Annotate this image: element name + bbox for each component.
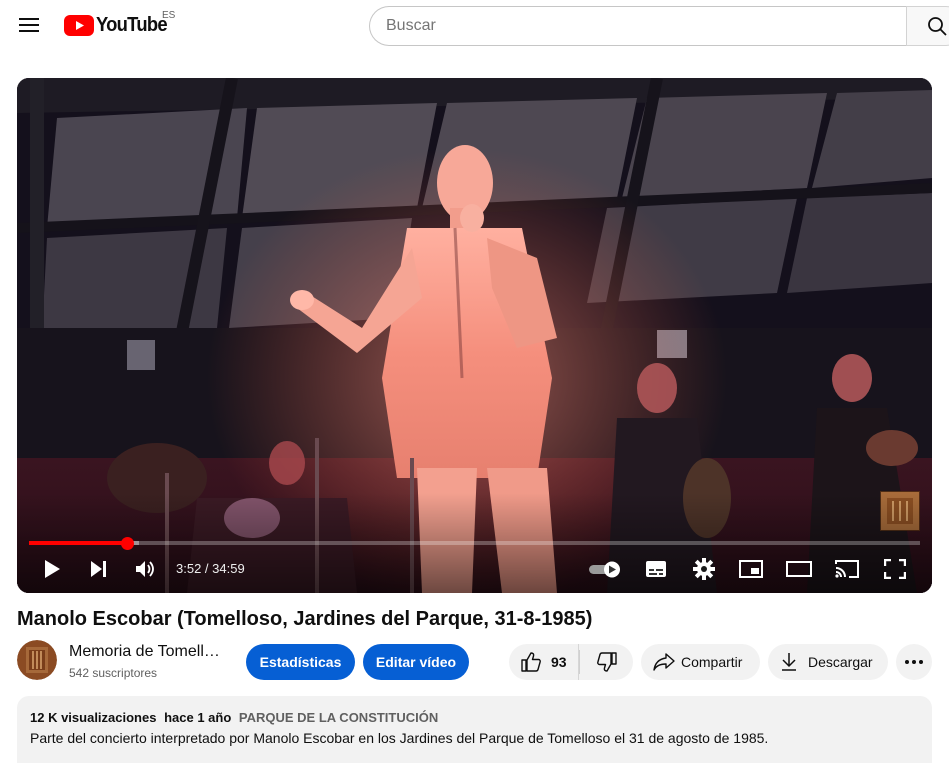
autoplay-toggle[interactable] [586,554,626,584]
search-button[interactable] [906,6,949,46]
hamburger-menu-icon [19,18,39,32]
search-box[interactable] [369,6,907,46]
country-code: ES [162,10,176,21]
theater-mode-button[interactable] [781,554,817,584]
masthead: YouTube ES [0,0,949,56]
download-button[interactable]: Descargar [768,644,888,680]
guide-menu-button[interactable] [12,8,46,42]
like-dislike-segment: 93 [509,644,633,680]
more-actions-button[interactable] [896,644,932,680]
thumbs-down-icon [597,652,617,672]
description-box[interactable]: 12 K visualizaciones hace 1 año PARQUE D… [17,696,932,763]
subscriber-count: 542 suscriptores [69,666,158,680]
more-horizontal-icon [905,660,923,664]
video-player[interactable]: 3:52 / 34:59 [17,78,932,593]
play-button[interactable] [34,554,70,584]
subtitles-button[interactable] [638,554,674,584]
youtube-logo[interactable]: YouTube [64,12,173,38]
theater-mode-icon [786,561,812,577]
channel-avatar[interactable] [17,640,57,680]
youtube-play-logo-icon [64,14,94,36]
channel-name[interactable]: Memoria de Tomelloso [69,643,223,661]
thumbs-up-icon [521,652,541,672]
next-button[interactable] [81,554,117,584]
search-icon [928,17,947,36]
download-label: Descargar [808,654,873,670]
share-button[interactable]: Compartir [641,644,760,680]
cast-icon [835,560,859,578]
download-icon [782,653,796,671]
share-label: Compartir [681,654,743,670]
video-title: Manolo Escobar (Tomelloso, Jardines del … [17,608,593,630]
fullscreen-icon [884,559,906,579]
cast-button[interactable] [829,554,865,584]
time-display: 3:52 / 34:59 [176,561,245,576]
description-text: Parte del concierto interpretado por Man… [30,730,769,746]
next-icon [91,561,106,577]
play-icon [45,560,60,578]
miniplayer-button[interactable] [733,554,769,584]
view-count: 12 K visualizaciones [30,710,157,725]
volume-button[interactable] [128,554,164,584]
like-button[interactable]: 93 [509,644,579,680]
like-divider [579,650,580,674]
location-tag[interactable]: PARQUE DE LA CONSTITUCIÓN [239,710,438,725]
volume-icon [136,561,154,577]
miniplayer-icon [739,560,763,578]
upload-date: hace 1 año [164,710,232,725]
channel-avatar-icon [17,640,57,680]
progress-played [29,541,128,545]
search-input[interactable] [386,17,907,35]
like-count: 93 [551,654,567,670]
edit-video-button[interactable]: Editar vídeo [363,644,469,680]
progress-scrubber[interactable] [120,536,134,550]
settings-button[interactable] [686,554,722,584]
share-icon [653,653,675,671]
analytics-button[interactable]: Estadísticas [246,644,355,680]
fullscreen-button[interactable] [877,554,913,584]
autoplay-toggle-icon [589,561,620,578]
dislike-button[interactable] [581,644,633,680]
description-meta: 12 K visualizaciones hace 1 año PARQUE D… [30,710,438,725]
settings-icon [693,558,715,580]
logo-text: YouTube [96,13,168,36]
subtitles-icon [646,561,666,577]
progress-bar[interactable] [29,536,920,550]
